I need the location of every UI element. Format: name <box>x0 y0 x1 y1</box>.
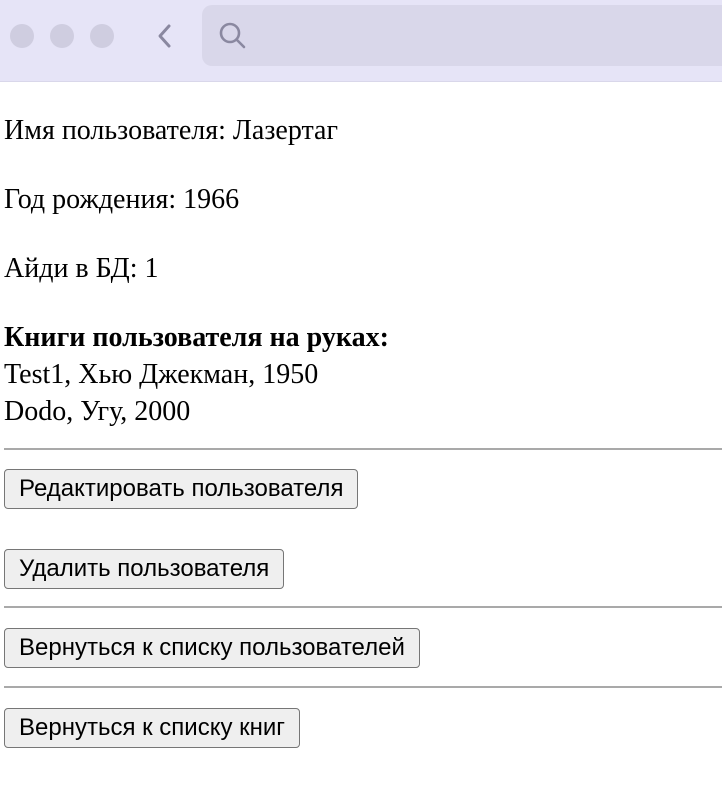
window-close-dot[interactable] <box>10 24 34 48</box>
divider <box>4 606 722 608</box>
back-to-users-button[interactable]: Вернуться к списку пользователей <box>4 628 420 668</box>
address-bar[interactable] <box>202 5 722 66</box>
divider <box>4 448 722 450</box>
chevron-left-icon <box>158 24 171 48</box>
search-icon <box>219 22 246 49</box>
back-button[interactable] <box>150 19 178 53</box>
window-maximize-dot[interactable] <box>90 24 114 48</box>
user-name: Имя пользователя: Лазертаг <box>4 115 338 146</box>
edit-user-button[interactable]: Редактировать пользователя <box>4 469 359 509</box>
window-minimize-dot[interactable] <box>50 24 74 48</box>
user-birth-year: Год рождения: 1966 <box>4 184 240 215</box>
divider <box>4 686 722 688</box>
book-item: Dodo, Угу, 2000 <box>4 396 191 427</box>
user-db-id: Айди в БД: 1 <box>4 253 159 284</box>
book-item: Test1, Хью Джекман, 1950 <box>4 359 319 390</box>
books-heading: Книги пользователя на руках: <box>4 322 389 353</box>
delete-user-button[interactable]: Удалить пользователя <box>4 549 285 589</box>
back-to-books-button[interactable]: Вернуться к списку книг <box>4 708 301 748</box>
browser-toolbar <box>0 0 722 82</box>
address-input[interactable] <box>254 15 718 57</box>
